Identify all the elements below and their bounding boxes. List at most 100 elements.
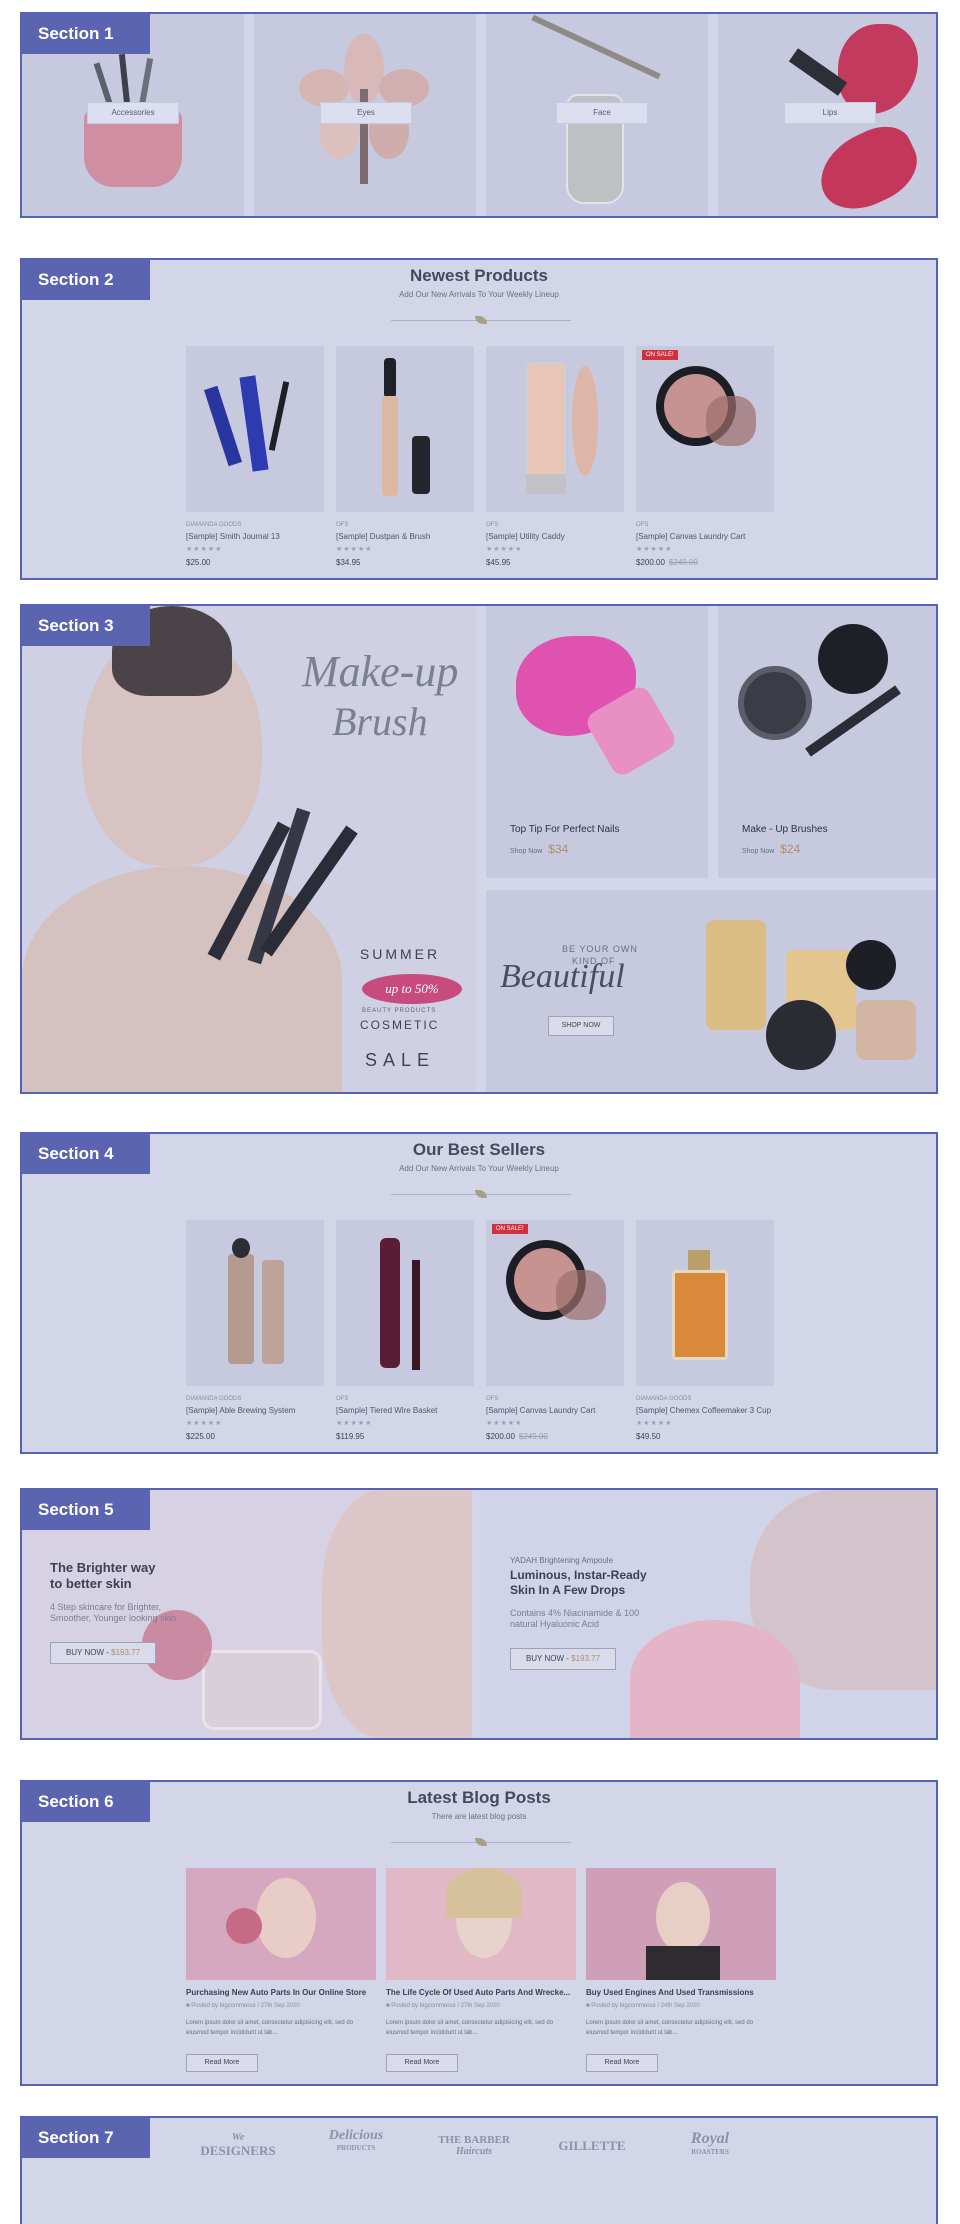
product-card[interactable]: ON SALE! OFS [Sample] Canvas Laundry Car…: [486, 1220, 626, 1450]
brand-line-2: Haircuts: [455, 2146, 493, 2157]
product-image-foundation[interactable]: [486, 346, 624, 512]
shop-now-text[interactable]: Shop Now: [510, 848, 542, 855]
section-tag: Section 6: [22, 1782, 150, 1822]
banner-text-line-1: Contains 4% Niacinamide & 100: [510, 1608, 640, 1618]
product-image-mascara[interactable]: [186, 346, 324, 512]
product-image-brush-set[interactable]: [186, 1220, 324, 1386]
category-card-eyes[interactable]: Eyes: [254, 14, 476, 216]
category-label[interactable]: Accessories: [87, 102, 179, 124]
blog-post-excerpt-line-2: eiusmod tempor incididunt ut lab...: [186, 2030, 278, 2036]
product-card[interactable]: OFS [Sample] Tiered Wire Basket ★★★★★ $1…: [336, 1220, 476, 1450]
shop-now-button[interactable]: SHOP NOW: [548, 1016, 614, 1036]
beautiful-banner[interactable]: BE YOUR OWN KIND OF Beautiful SHOP NOW: [486, 890, 936, 1092]
nails-tile[interactable]: Top Tip For Perfect Nails Shop Now $34: [486, 606, 708, 878]
section-tag: Section 2: [22, 260, 150, 300]
price-value: $25.00: [186, 558, 211, 567]
rating-stars: ★★★★★: [636, 546, 673, 553]
meta-text: Posted by bigcommerce / 24th Sep 2020: [591, 2003, 700, 2009]
banner-title-line-2: to better skin: [50, 1576, 132, 1591]
section-tag: Section 1: [22, 14, 150, 54]
product-card[interactable]: ON SALE! OFS [Sample] Canvas Laundry Car…: [636, 346, 776, 576]
read-more-button[interactable]: Read More: [586, 2054, 658, 2072]
brand-logo-barber[interactable]: THE BARBER Haircuts: [424, 2134, 524, 2157]
shop-now-link[interactable]: Shop Now $24: [742, 842, 800, 856]
banner-kicker: YADAH Brightening Ampoule: [510, 1556, 614, 1565]
blog-post-meta: ■ Posted by bigcommerce / 27th Sep 2020: [386, 2003, 500, 2009]
brand-line-2: PRODUCTS: [336, 2144, 376, 2152]
rating-stars: ★★★★★: [636, 1420, 673, 1427]
blog-post-title[interactable]: The Life Cycle Of Used Auto Parts And Wr…: [386, 1988, 570, 1997]
category-card-lips[interactable]: Lips: [718, 14, 936, 216]
category-card-face[interactable]: Face: [486, 14, 708, 216]
brand-logo-gillette[interactable]: GILLETTE: [542, 2138, 642, 2154]
product-price: $200.00 $249.00: [486, 1432, 548, 1441]
product-category: OFS: [336, 522, 349, 528]
brand-logo-designers[interactable]: We DESIGNERS: [188, 2132, 288, 2159]
read-more-button[interactable]: Read More: [186, 2054, 258, 2072]
banner-text-line-2: Smoother, Younger looking skin: [50, 1613, 177, 1623]
product-image-perfume[interactable]: [636, 1220, 774, 1386]
brand-logo-delicious[interactable]: Delicious PRODUCTS: [306, 2128, 406, 2152]
user-icon: ■: [186, 2003, 190, 2009]
meta-text: Posted by bigcommerce / 27th Sep 2020: [191, 2003, 300, 2009]
category-label[interactable]: Lips: [784, 102, 876, 124]
product-category: OFS: [486, 1396, 499, 1402]
product-name[interactable]: [Sample] Canvas Laundry Cart: [636, 532, 745, 541]
section-3-promo-banners: Section 3 Make-up Brush SUMMER up to 50%…: [20, 604, 938, 1094]
product-card[interactable]: OFS [Sample] Utility Caddy ★★★★★ $45.95: [486, 346, 626, 576]
product-card[interactable]: DIAMANDA GOODS [Sample] Chemex Coffeemak…: [636, 1220, 776, 1450]
brush-image: [805, 685, 901, 757]
makeup-brush-banner[interactable]: Make-up Brush SUMMER up to 50% BEAUTY PR…: [22, 606, 476, 1092]
makeup-script-title: Make-up: [302, 646, 458, 697]
buy-now-text[interactable]: BUY NOW -: [526, 1654, 571, 1663]
product-name[interactable]: [Sample] Tiered Wire Basket: [336, 1406, 437, 1415]
brand-line-1: Royal: [690, 2130, 730, 2147]
rating-stars: ★★★★★: [186, 1420, 223, 1427]
product-name[interactable]: [Sample] Dustpan & Brush: [336, 532, 430, 541]
luminous-skin-banner[interactable]: YADAH Brightening Ampoule Luminous, Inst…: [480, 1490, 936, 1738]
buy-now-text[interactable]: BUY NOW -: [66, 1648, 111, 1657]
old-price: $249.00: [518, 1432, 548, 1441]
product-card[interactable]: DIAMANDA GOODS [Sample] Smith Journal 13…: [186, 346, 326, 576]
category-label[interactable]: Face: [556, 102, 648, 124]
blog-post-image[interactable]: [186, 1868, 376, 1980]
tile-title[interactable]: Make - Up Brushes: [742, 824, 828, 835]
brand-logo-royal[interactable]: Royal ROASTERS: [660, 2130, 760, 2156]
blog-post-image[interactable]: [386, 1868, 576, 1980]
blog-post-card[interactable]: Purchasing New Auto Parts In Our Online …: [186, 1868, 376, 2084]
leaf-icon: [475, 1838, 487, 1846]
category-label[interactable]: Eyes: [320, 102, 412, 124]
buy-now-button[interactable]: BUY NOW - $193.77: [510, 1648, 616, 1670]
product-name[interactable]: [Sample] Canvas Laundry Cart: [486, 1406, 595, 1415]
read-more-button[interactable]: Read More: [386, 2054, 458, 2072]
blog-post-card[interactable]: Buy Used Engines And Used Transmissions …: [586, 1868, 776, 2084]
product-image-concealer[interactable]: [336, 346, 474, 512]
section-7-brands: Section 7 We DESIGNERS Delicious PRODUCT…: [20, 2116, 938, 2224]
product-category: DIAMANDA GOODS: [186, 1396, 242, 1402]
shop-now-link[interactable]: Shop Now $34: [510, 842, 568, 856]
product-card[interactable]: DIAMANDA GOODS [Sample] Able Brewing Sys…: [186, 1220, 326, 1450]
product-name[interactable]: [Sample] Chemex Coffeemaker 3 Cup: [636, 1406, 771, 1415]
product-name[interactable]: [Sample] Smith Journal 13: [186, 532, 280, 541]
buy-now-button[interactable]: BUY NOW - $193.77: [50, 1642, 156, 1664]
price-value: $119.95: [336, 1432, 365, 1441]
product-image-compact[interactable]: [636, 346, 774, 512]
product-name[interactable]: [Sample] Able Brewing System: [186, 1406, 295, 1415]
section-2-newest-products: Section 2 Newest Products Add Our New Ar…: [20, 258, 938, 580]
brand-line-1: We: [231, 2132, 245, 2143]
brushes-tile[interactable]: Make - Up Brushes Shop Now $24: [718, 606, 936, 878]
tile-title[interactable]: Top Tip For Perfect Nails: [510, 824, 619, 835]
product-image-compact[interactable]: [486, 1220, 624, 1386]
shop-now-text[interactable]: Shop Now: [742, 848, 774, 855]
product-name[interactable]: [Sample] Utility Caddy: [486, 532, 565, 541]
blog-post-image[interactable]: [586, 1868, 776, 1980]
brush-script-title: Brush: [332, 698, 428, 745]
product-card[interactable]: OFS [Sample] Dustpan & Brush ★★★★★ $34.9…: [336, 346, 476, 576]
blog-post-card[interactable]: The Life Cycle Of Used Auto Parts And Wr…: [386, 1868, 576, 2084]
product-image-lip-gloss[interactable]: [336, 1220, 474, 1386]
blog-post-title[interactable]: Buy Used Engines And Used Transmissions: [586, 1988, 754, 1997]
blog-post-excerpt-line-1: Lorem ipsum dolor sit amet, consectetur …: [186, 2020, 354, 2026]
section-subheading: Add Our New Arrivals To Your Weekly Line…: [399, 1164, 559, 1173]
script-line-1: Make-up: [302, 647, 459, 696]
blog-post-title[interactable]: Purchasing New Auto Parts In Our Online …: [186, 1988, 366, 1997]
